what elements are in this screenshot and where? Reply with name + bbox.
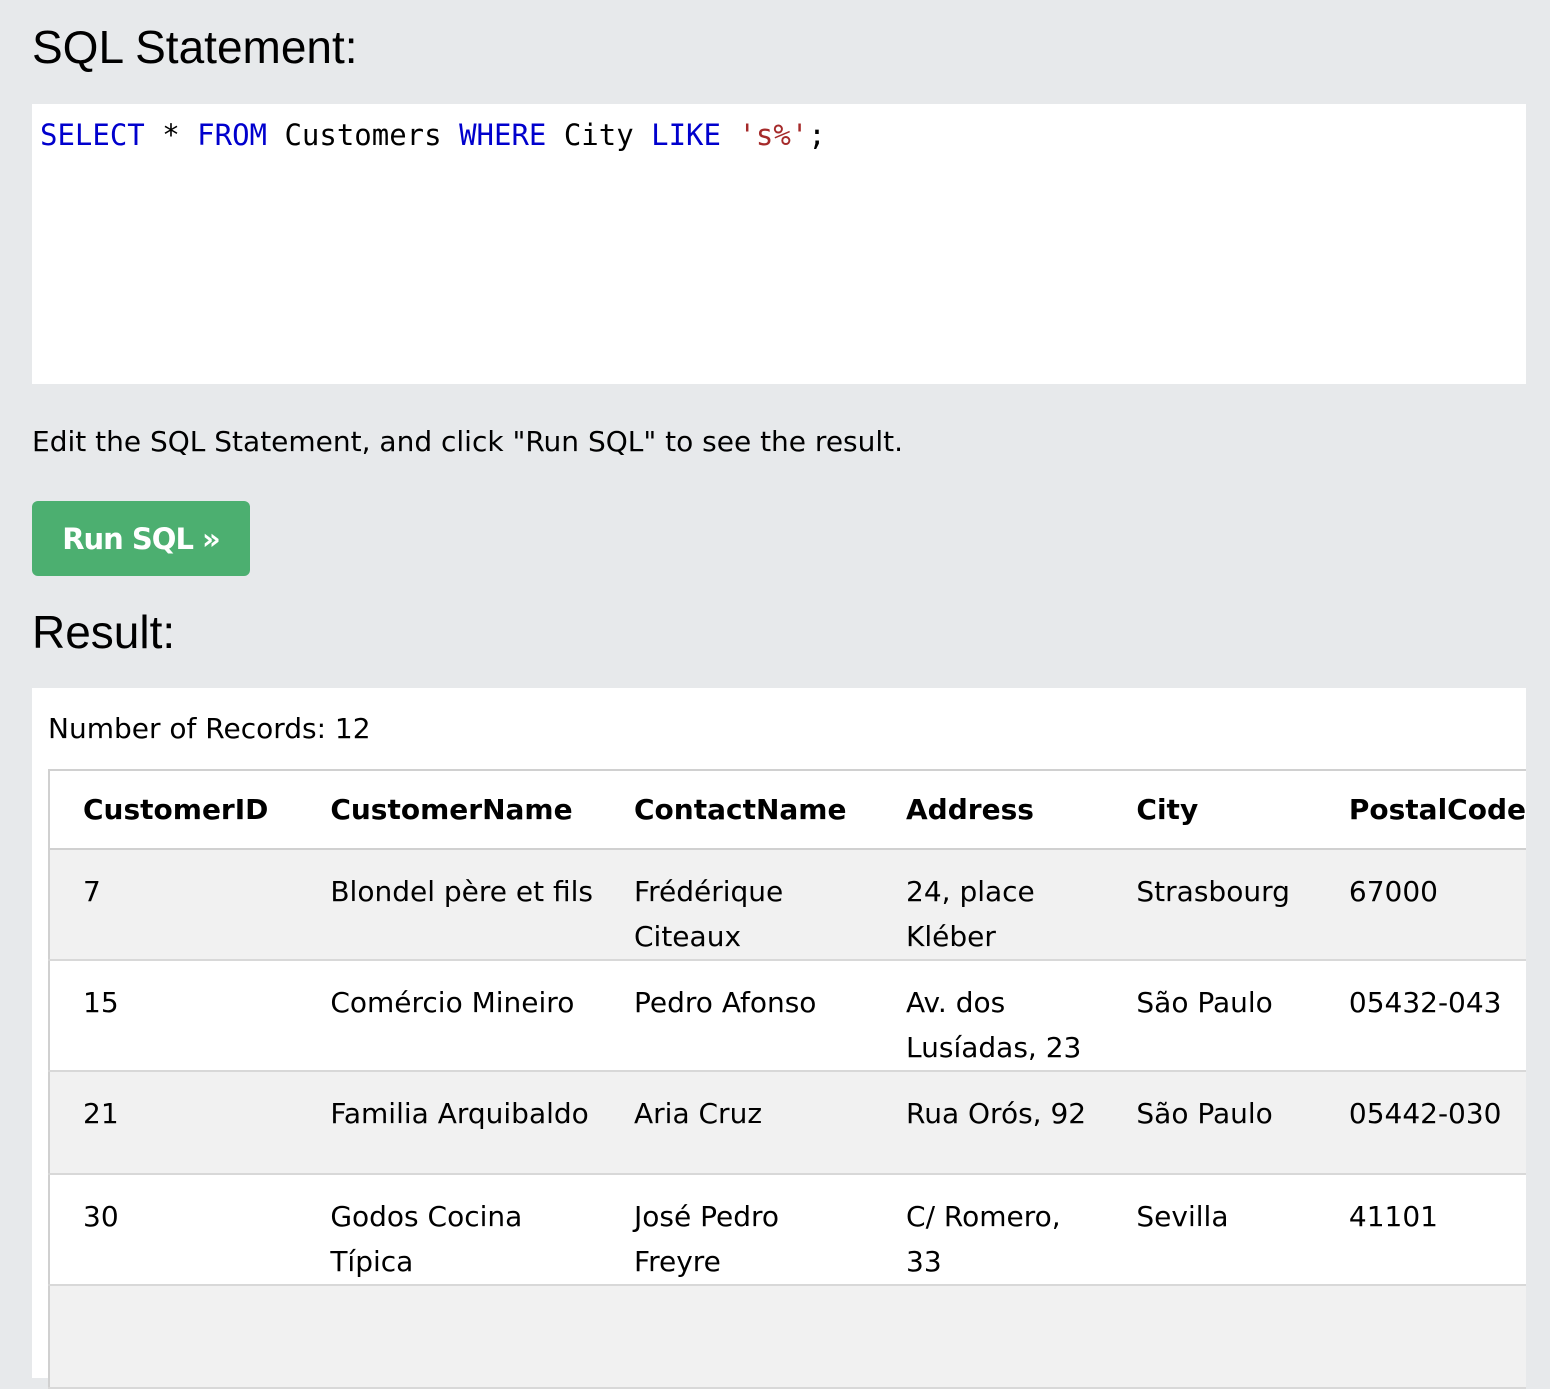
cell-customername: Comércio Mineiro [297, 960, 601, 1072]
cell-contactname: José Pedro Freyre [601, 1174, 874, 1286]
instruction-text: Edit the SQL Statement, and click "Run S… [32, 425, 904, 458]
sql-editor[interactable]: SELECT * FROM Customers WHERE City LIKE … [32, 104, 1526, 384]
sql-keyword-select: SELECT [40, 118, 145, 152]
sql-semicolon: ; [808, 118, 826, 152]
sql-table-name: Customers [267, 118, 460, 152]
cell-address: Av. dos Lusíadas, 23 [873, 960, 1104, 1072]
table-row: 30 Godos Cocina Típica José Pedro Freyre… [49, 1174, 1526, 1286]
sql-keyword-like: LIKE [651, 118, 721, 152]
cell-contactname: Pedro Afonso [601, 960, 874, 1072]
table-row: 15 Comércio Mineiro Pedro Afonso Av. dos… [49, 960, 1526, 1072]
cell-city: São Paulo [1103, 960, 1316, 1072]
table-row: 21 Familia Arquibaldo Aria Cruz Rua Orós… [49, 1071, 1526, 1175]
table-row: 7 Blondel père et fils Frédérique Citeau… [49, 849, 1526, 961]
sql-column-name: City [546, 118, 652, 152]
cell-postalcode [1315, 1285, 1526, 1389]
cell-address: Rua Orós, 92 [873, 1071, 1104, 1175]
cell-city: Sevilla [1103, 1174, 1316, 1286]
cell-customername: Godos Cocina Típica [297, 1174, 601, 1286]
record-count: Number of Records: 12 [48, 712, 371, 745]
results-table: CustomerID CustomerName ContactName Addr… [48, 769, 1526, 1389]
cell-customername [297, 1285, 601, 1389]
cell-address [873, 1285, 1104, 1389]
cell-city: Strasbourg [1103, 849, 1316, 961]
cell-contactname [601, 1285, 874, 1389]
column-header-customername: CustomerName [297, 770, 601, 850]
result-title: Result: [32, 606, 176, 658]
cell-customerid: 30 [49, 1174, 298, 1286]
cell-customername: Familia Arquibaldo [297, 1071, 601, 1175]
column-header-city: City [1103, 770, 1316, 850]
sql-keyword-where: WHERE [459, 118, 547, 152]
cell-city: São Paulo [1103, 1071, 1316, 1175]
column-header-customerid: CustomerID [49, 770, 298, 850]
column-header-contactname: ContactName [601, 770, 874, 850]
cell-address: 24, place Kléber [873, 849, 1104, 961]
cell-customerid: 21 [49, 1071, 298, 1175]
cell-postalcode: 05442-030 [1315, 1071, 1526, 1175]
sql-pattern-string: 's%' [738, 118, 809, 152]
result-panel: Number of Records: 12 CustomerID Custome… [32, 688, 1526, 1389]
table-header-row: CustomerID CustomerName ContactName Addr… [49, 770, 1526, 850]
cell-customerid: 15 [49, 960, 298, 1072]
column-header-postalcode: PostalCode [1315, 770, 1526, 850]
sql-star: * [144, 118, 198, 152]
cell-customerid [49, 1285, 298, 1389]
cell-contactname: Aria Cruz [601, 1071, 874, 1175]
cell-postalcode: 67000 [1315, 849, 1526, 961]
cell-customername: Blondel père et fils [297, 849, 601, 961]
table-row [49, 1285, 1526, 1389]
sql-space [721, 118, 738, 152]
run-sql-button[interactable]: Run SQL » [32, 501, 250, 576]
cell-city [1103, 1285, 1316, 1389]
cell-address: C/ Romero, 33 [873, 1174, 1104, 1286]
cell-postalcode: 41101 [1315, 1174, 1526, 1286]
column-header-address: Address [873, 770, 1104, 850]
cell-contactname: Frédérique Citeaux [601, 849, 874, 961]
sql-statement-title: SQL Statement: [32, 21, 358, 73]
cell-postalcode: 05432-043 [1315, 960, 1526, 1072]
cell-customerid: 7 [49, 849, 298, 961]
sql-keyword-from: FROM [197, 118, 267, 152]
